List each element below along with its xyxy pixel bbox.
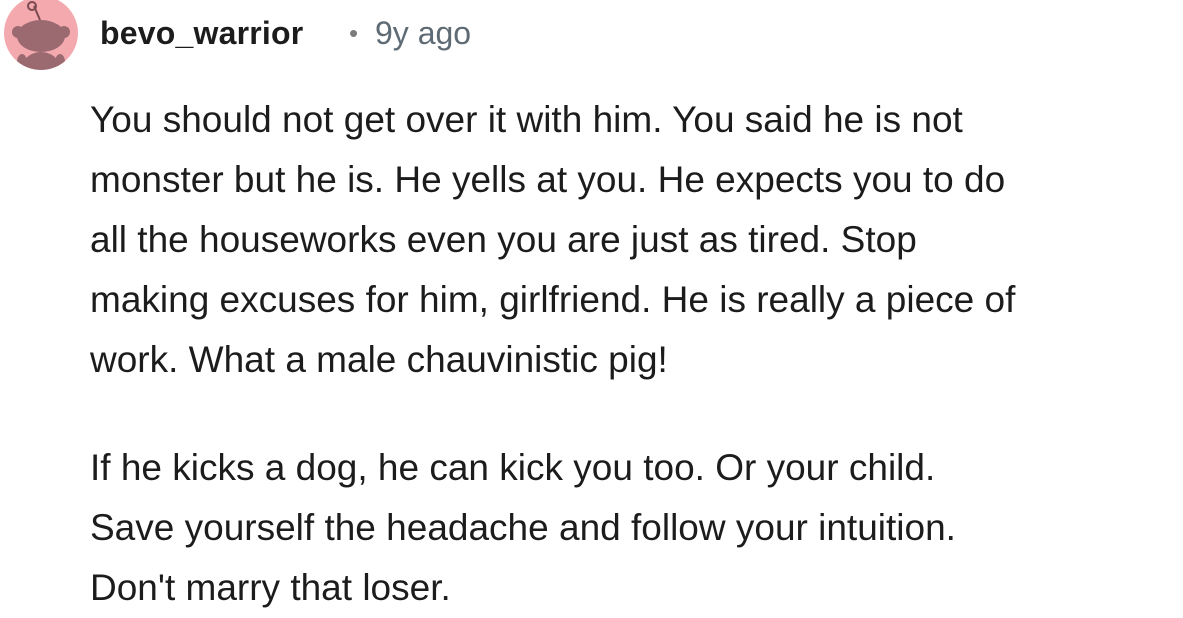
- comment-paragraph: If he kicks a dog, he can kick you too. …: [90, 447, 956, 608]
- reddit-snoo-avatar-icon: [12, 1, 70, 70]
- avatar[interactable]: [4, 0, 78, 70]
- comment-timestamp[interactable]: 9y ago: [375, 13, 471, 53]
- comment-author-username[interactable]: bevo_warrior: [100, 13, 303, 53]
- comment-body: You should not get over it with him. You…: [90, 90, 1183, 618]
- comment-paragraph: You should not get over it with him. You…: [90, 99, 1016, 380]
- comment-card: bevo_warrior • 9y ago You should not get…: [0, 0, 1183, 608]
- meta-separator: •: [349, 18, 359, 48]
- comment-header: bevo_warrior • 9y ago: [0, 0, 1183, 70]
